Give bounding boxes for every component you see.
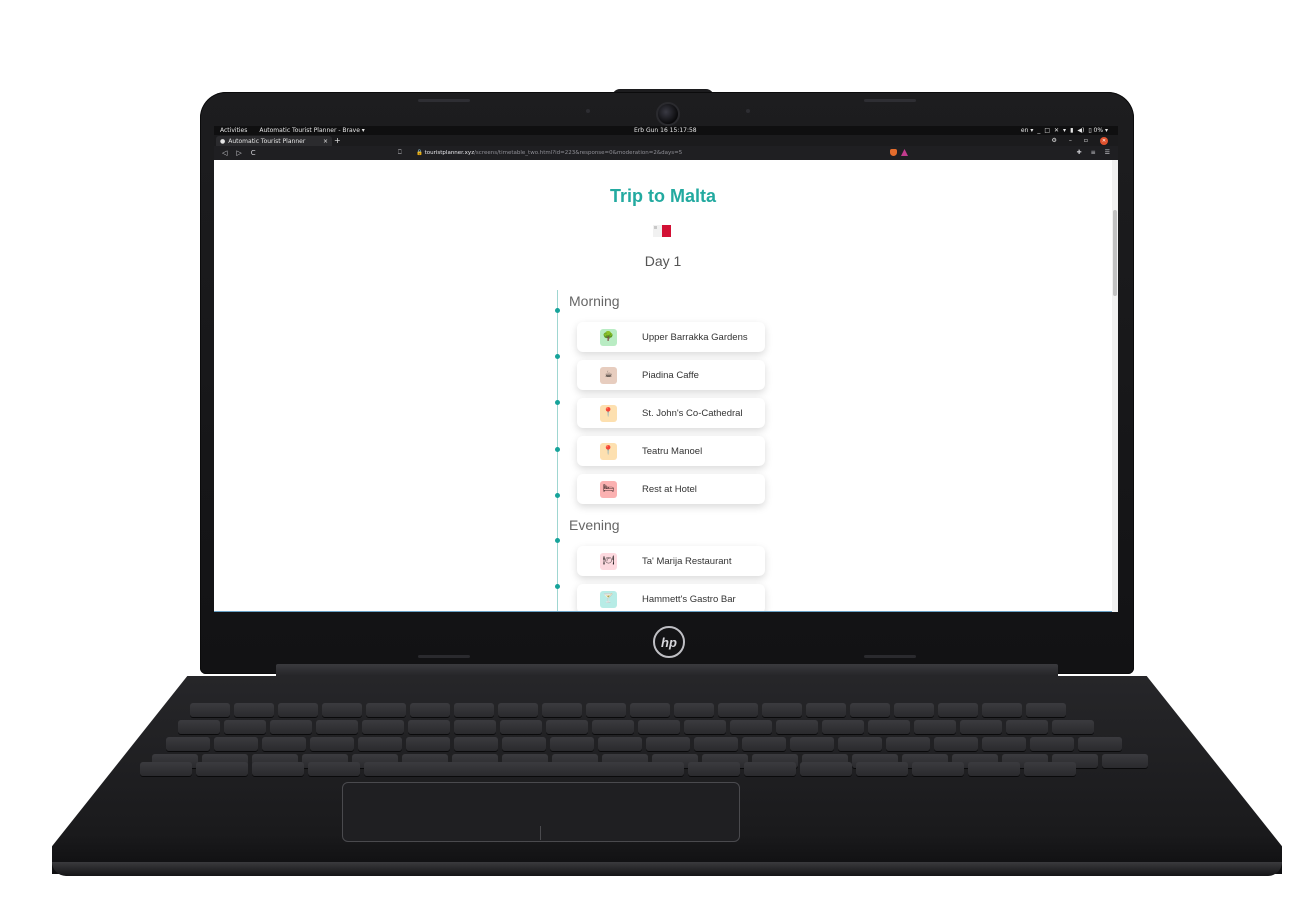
bed-icon: 🛏 — [600, 480, 617, 498]
touchpad — [342, 782, 740, 842]
activity-card[interactable]: 🛏 Rest at Hotel — [577, 474, 765, 504]
cocktail-icon: 🍸 — [600, 590, 617, 608]
section-morning: Morning — [569, 293, 620, 309]
lock-icon: 🔒 — [416, 150, 423, 156]
tab-close-button[interactable]: × — [323, 136, 328, 147]
page-divider — [214, 611, 1112, 612]
timeline-dot — [555, 447, 560, 452]
activity-label: Hammett's Gastro Bar — [642, 593, 736, 605]
coffee-icon: ☕ — [600, 366, 617, 384]
page-title: Trip to Malta — [609, 186, 716, 206]
url-field[interactable]: 🔒 touristplanner.xyz/screens/timetable_t… — [416, 146, 682, 160]
section-evening: Evening — [569, 517, 620, 533]
lid-grip-left — [418, 99, 470, 102]
indicator[interactable]: ✕ — [1054, 126, 1059, 135]
restaurant-icon: 🍽 — [600, 552, 617, 570]
tree-icon: 🌳 — [600, 328, 617, 346]
timeline-dot — [555, 308, 560, 313]
activity-card[interactable]: 🍽 Ta' Marija Restaurant — [577, 546, 765, 576]
activity-card[interactable]: 📍 St. John's Co-Cathedral — [577, 398, 765, 428]
malta-flag-icon — [653, 225, 671, 237]
lid-grip-right — [864, 99, 916, 102]
url-path: /screens/timetable_two.html?id=223&respo… — [474, 150, 683, 156]
reload-button[interactable]: C — [251, 146, 256, 160]
webcam — [656, 102, 680, 126]
brave-shields-icon[interactable] — [890, 149, 897, 156]
activity-card[interactable]: 📍 Teatru Manoel — [577, 436, 765, 466]
web-page: Trip to Malta Day 1 Morning 🌳 Upper Barr… — [214, 160, 1112, 612]
activity-label: Teatru Manoel — [642, 445, 703, 457]
key-row — [140, 762, 1076, 776]
indicator[interactable]: ▮ — [1070, 126, 1073, 135]
timeline-dot — [555, 400, 560, 405]
pin-icon: 📍 — [600, 404, 617, 422]
menu-icon[interactable]: ☰ — [1105, 146, 1110, 160]
forward-button[interactable]: ▷ — [236, 146, 241, 160]
touchpad-split — [540, 826, 541, 840]
pin-icon: 📍 — [600, 442, 617, 460]
laptop-screen: Activities Automatic Tourist Planner - B… — [214, 126, 1118, 612]
bezel-grip-left — [418, 655, 470, 658]
tab-title: Automatic Tourist Planner — [228, 137, 306, 145]
indicator[interactable]: □ — [1044, 126, 1050, 135]
activity-card[interactable]: 🍸 Hammett's Gastro Bar — [577, 584, 765, 612]
timeline-dot — [555, 538, 560, 543]
system-indicators[interactable]: en ▾ _ □ ✕ ▾ ▮ ◀) ▯ 0% ▾ — [1021, 126, 1108, 135]
new-tab-button[interactable]: + — [334, 135, 341, 146]
key-row — [166, 737, 1122, 751]
brave-rewards-icon[interactable] — [901, 149, 908, 156]
timeline-dot — [555, 354, 560, 359]
settings-icon[interactable]: ⚙ — [1052, 135, 1057, 146]
microphone — [746, 109, 750, 113]
system-top-bar: Activities Automatic Tourist Planner - B… — [214, 126, 1118, 135]
battery-icon[interactable]: ▯ 0% ▾ — [1088, 126, 1108, 135]
activity-label: Rest at Hotel — [642, 483, 697, 495]
activity-label: Piadina Caffe — [642, 369, 699, 381]
key-row — [178, 720, 1094, 734]
window-minimize-button[interactable]: – — [1069, 135, 1072, 146]
window-close-button[interactable]: ✕ — [1100, 136, 1108, 145]
bezel-grip-right — [864, 655, 916, 658]
activity-label: Upper Barrakka Gardens — [642, 331, 748, 343]
activity-card[interactable]: ☕ Piadina Caffe — [577, 360, 765, 390]
timeline-dot — [555, 493, 560, 498]
playlist-icon[interactable]: ≡ — [1091, 146, 1096, 160]
back-button[interactable]: ◁ — [222, 146, 227, 160]
timeline-dot — [555, 584, 560, 589]
browser-tab[interactable]: ● Automatic Tourist Planner × — [216, 136, 332, 146]
globe-icon: ● — [220, 137, 226, 145]
url-host: touristplanner.xyz — [424, 150, 475, 156]
indicator[interactable]: _ — [1037, 126, 1040, 135]
app-menu[interactable]: Automatic Tourist Planner - Brave ▾ — [259, 126, 364, 135]
key-row — [190, 703, 1066, 717]
activity-label: St. John's Co-Cathedral — [642, 407, 743, 419]
microphone — [586, 109, 590, 113]
wifi-icon[interactable]: ▾ — [1063, 126, 1066, 135]
scrollbar-thumb[interactable] — [1113, 210, 1117, 296]
bookmark-icon[interactable]: ⎕ — [398, 146, 402, 160]
laptop-base-edge — [52, 862, 1282, 876]
extensions-icon[interactable]: ✚ — [1077, 146, 1082, 160]
browser-tab-bar: ● Automatic Tourist Planner × + ⚙ – ▫ ✕ — [214, 135, 1118, 146]
activities-button[interactable]: Activities — [220, 126, 247, 135]
hp-logo: hp — [653, 626, 685, 658]
page-scrollbar[interactable] — [1112, 160, 1118, 612]
activity-label: Ta' Marija Restaurant — [642, 555, 732, 567]
address-bar: ◁ ▷ C ⎕ 🔒 touristplanner.xyz/screens/tim… — [214, 146, 1118, 160]
day-title: Day 1 — [644, 253, 682, 269]
window-maximize-button[interactable]: ▫ — [1084, 135, 1088, 146]
indicator[interactable]: en ▾ — [1021, 126, 1033, 135]
volume-icon[interactable]: ◀) — [1077, 126, 1084, 135]
activity-card[interactable]: 🌳 Upper Barrakka Gardens — [577, 322, 765, 352]
clock[interactable]: Erb Gun 16 15:17:58 — [634, 126, 697, 135]
